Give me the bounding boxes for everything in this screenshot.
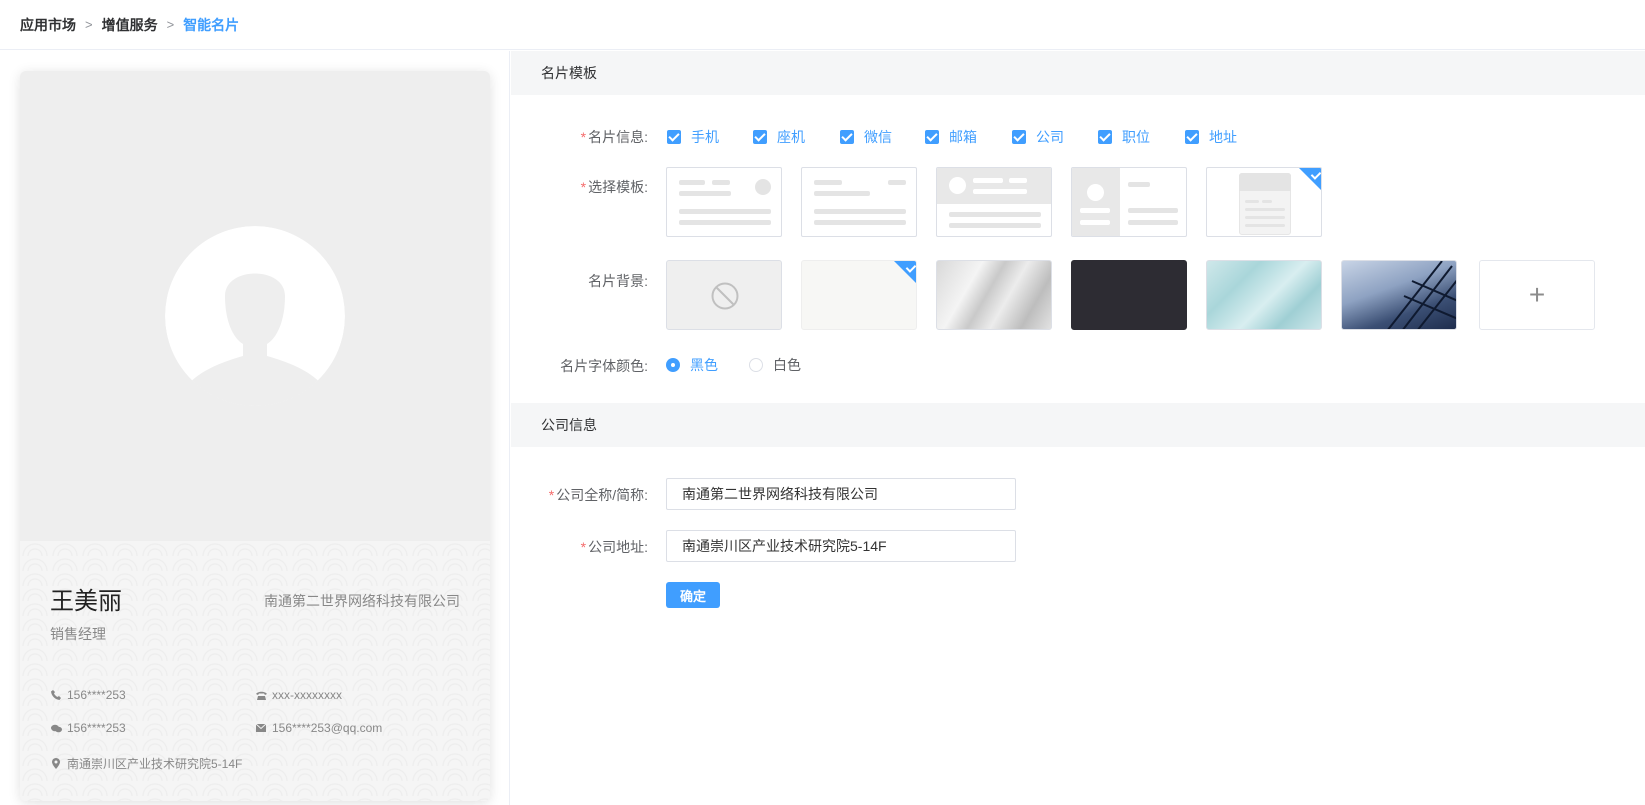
settings-panel: 名片模板 * 名片信息: 手机 座机 微信 邮箱 公司 职位 地址 * 选择模板: (511, 51, 1645, 805)
checkbox-wechat[interactable]: 微信 (840, 127, 892, 147)
card-email: 156****253@qq.com (255, 721, 382, 735)
plus-icon: + (1528, 279, 1546, 310)
checkbox-address[interactable]: 地址 (1185, 127, 1237, 147)
mail-icon (255, 722, 267, 734)
card-company: 南通第二世界网络科技有限公司 (264, 593, 460, 609)
card-phone-text: 156****253 (67, 688, 126, 702)
background-option-building[interactable] (1341, 260, 1457, 330)
breadcrumb-item-smart-card: 智能名片 (183, 16, 240, 33)
avatar-area (20, 71, 490, 541)
card-job-title: 销售经理 (50, 626, 106, 642)
checkbox-company[interactable]: 公司 (1012, 127, 1064, 147)
card-address: 南通崇川区产业技术研究院5-14F (50, 755, 242, 772)
template-option-2[interactable] (801, 167, 917, 237)
avatar-placeholder-icon (165, 226, 345, 406)
company-name-input[interactable] (666, 478, 1016, 510)
breadcrumb: 应用市场 > 增值服务 > 智能名片 (0, 0, 1645, 50)
checkbox-phone[interactable]: 手机 (667, 127, 719, 147)
background-option-dark[interactable] (1071, 260, 1187, 330)
checkbox-landline[interactable]: 座机 (753, 127, 805, 147)
add-background-button[interactable]: + (1479, 260, 1595, 330)
template-option-1[interactable] (666, 167, 782, 237)
radio-white[interactable]: 白色 (749, 355, 801, 375)
background-label: 名片背景: (588, 273, 648, 289)
template-option-3[interactable] (936, 167, 1052, 237)
breadcrumb-item-value-added[interactable]: 增值服务 (102, 15, 158, 35)
background-option-marble[interactable] (1206, 260, 1322, 330)
radio-black[interactable]: 黑色 (666, 355, 718, 375)
card-wechat-text: 156****253 (67, 721, 126, 735)
card-name: 王美丽 (50, 588, 122, 615)
card-preview-panel: 王美丽 南通第二世界网络科技有限公司 销售经理 156****253 xxx-x… (0, 51, 510, 805)
card-wechat: 156****253 (50, 721, 126, 735)
checkbox-position[interactable]: 职位 (1098, 127, 1150, 147)
company-name-label: * 公司全称/简称: (548, 487, 648, 503)
background-option-silver[interactable] (936, 260, 1052, 330)
card-landline-text: xxx-xxxxxxxx (272, 688, 342, 702)
card-phone: 156****253 (50, 688, 126, 702)
chevron-right-icon: > (85, 17, 93, 32)
business-card-preview: 王美丽 南通第二世界网络科技有限公司 销售经理 156****253 xxx-x… (20, 71, 490, 801)
location-pin-icon (50, 758, 62, 770)
card-info-label: * 名片信息: (580, 129, 648, 145)
background-option-none[interactable] (666, 260, 782, 330)
no-entry-icon (711, 282, 739, 310)
card-email-text: 156****253@qq.com (272, 721, 383, 735)
breadcrumb-item-app-market[interactable]: 应用市场 (20, 15, 76, 35)
company-section-heading: 公司信息 (511, 403, 1645, 447)
template-option-5-selected[interactable] (1206, 167, 1322, 237)
chevron-right-icon: > (166, 17, 175, 32)
telephone-icon (255, 689, 267, 701)
card-address-text: 南通崇川区产业技术研究院5-14F (67, 757, 243, 771)
template-section-heading: 名片模板 (511, 51, 1645, 95)
background-option-texture-selected[interactable] (801, 260, 917, 330)
company-address-input[interactable] (666, 530, 1016, 562)
company-address-label: * 公司地址: (580, 539, 648, 555)
card-info-area: 王美丽 南通第二世界网络科技有限公司 销售经理 156****253 xxx-x… (20, 541, 490, 801)
card-landline: xxx-xxxxxxxx (255, 688, 342, 702)
font-color-label: 名片字体颜色: (560, 358, 648, 374)
checkbox-email[interactable]: 邮箱 (925, 127, 977, 147)
confirm-button[interactable]: 确定 (666, 582, 720, 608)
phone-icon (50, 689, 62, 701)
template-label: * 选择模板: (580, 179, 648, 195)
template-option-4[interactable] (1071, 167, 1187, 237)
wechat-icon (50, 722, 62, 734)
